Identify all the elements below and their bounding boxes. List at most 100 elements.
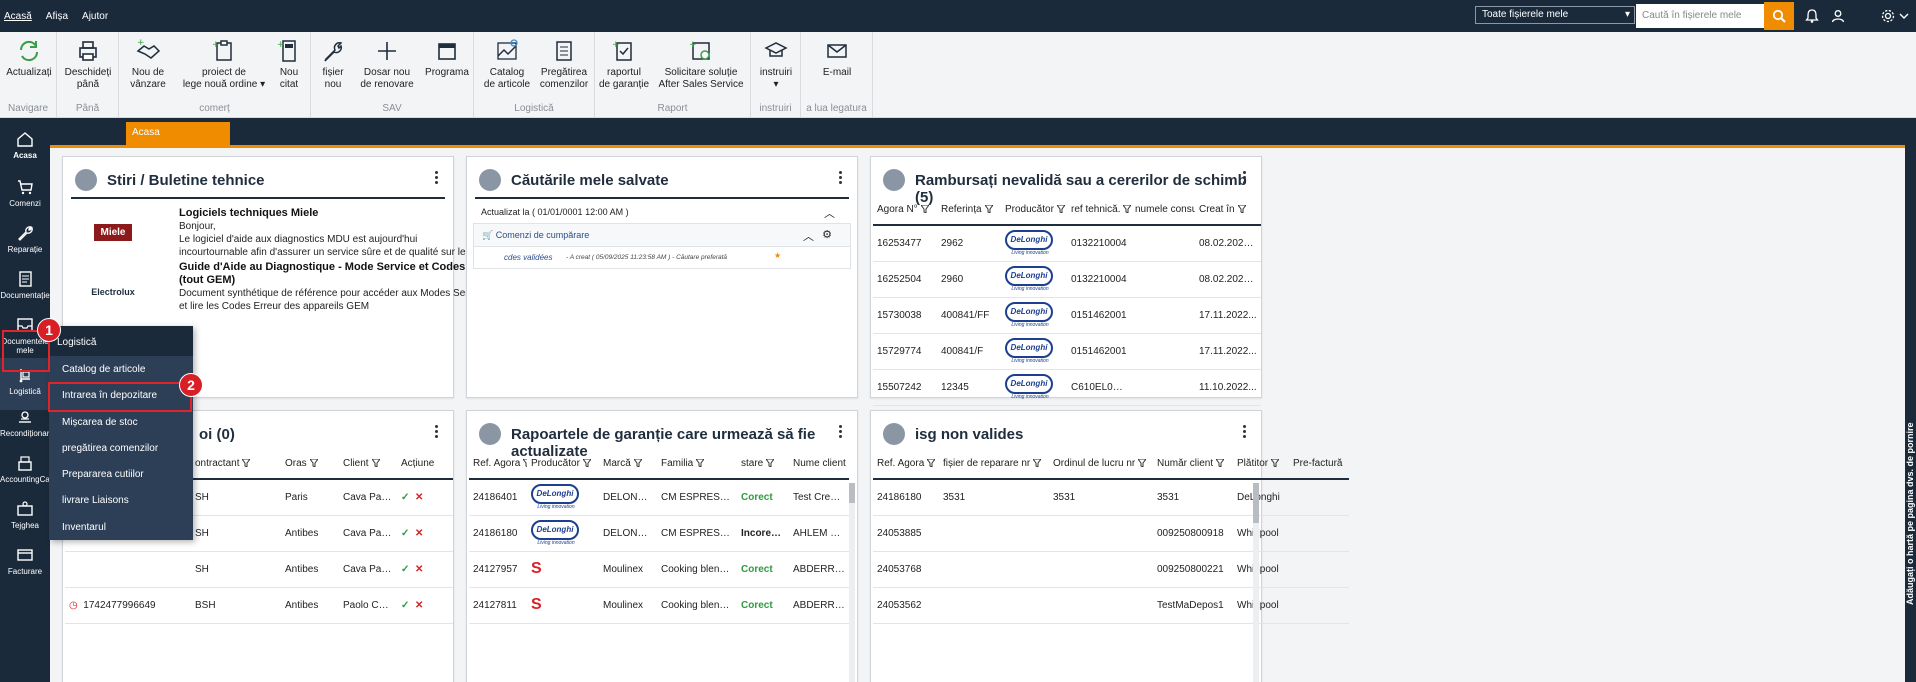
column-header[interactable]: Familia: [657, 449, 737, 480]
accept-icon[interactable]: ✓: [401, 528, 409, 539]
column-header[interactable]: Plătitor: [1233, 449, 1289, 480]
reject-icon[interactable]: ✕: [415, 564, 423, 575]
news-title[interactable]: Logiciels techniques Miele: [179, 207, 509, 220]
news-item[interactable]: Miele Logiciels techniques Miele Bonjour…: [73, 207, 471, 267]
menu-item-pregatirea-comenzilor[interactable]: pregătirea comenzilor: [49, 435, 193, 461]
scrollbar[interactable]: [1253, 483, 1259, 682]
user-icon[interactable]: [1830, 8, 1846, 24]
column-header[interactable]: fișier de reparare nr: [939, 449, 1049, 480]
menu-item-inventarul[interactable]: Inventarul: [49, 514, 193, 540]
entry-name[interactable]: cdes validées: [504, 253, 552, 262]
column-header[interactable]: Agora N°: [873, 195, 937, 226]
menu-acasa[interactable]: Acasă: [4, 11, 32, 22]
sidebar-item-reconditionare[interactable]: Recondiționare: [0, 400, 54, 452]
table-row[interactable]: 16253477 2962 DeLonghi Living innovation 013…: [873, 225, 1261, 262]
program-button[interactable]: Programa: [423, 38, 471, 79]
accept-icon[interactable]: ✓: [401, 492, 409, 503]
more-options-icon[interactable]: [1243, 171, 1247, 186]
tab-acasa[interactable]: Acasa: [126, 122, 230, 145]
scrollbar[interactable]: [849, 483, 855, 682]
catalog-button[interactable]: Catalog de articole: [480, 38, 534, 91]
group-title[interactable]: 🛒 Comenzi de cumpărare: [482, 230, 589, 241]
sidebar-item-documentatie[interactable]: Documentație: [0, 262, 50, 314]
reject-icon[interactable]: ✕: [415, 600, 423, 611]
accept-icon[interactable]: ✓: [401, 600, 409, 611]
column-header[interactable]: Oras: [281, 449, 339, 480]
table-row[interactable]: 15507242 12345 DeLonghi Living innovation C6…: [873, 369, 1261, 406]
column-header[interactable]: Producător: [1001, 195, 1067, 226]
search-button[interactable]: [1764, 2, 1794, 30]
column-header[interactable]: Producător: [527, 449, 599, 480]
news-title[interactable]: Guide d'Aide au Diagnostique - Mode Serv…: [179, 261, 509, 287]
chevron-up-icon[interactable]: ︿: [824, 205, 835, 221]
table-row[interactable]: 15729774 400841/F DeLonghi Living innovatio…: [873, 333, 1261, 370]
column-header[interactable]: stare: [737, 449, 789, 480]
more-options-icon[interactable]: [435, 171, 439, 186]
new-order-button[interactable]: + proiect de lege nouă ordine ▾: [179, 38, 269, 91]
table-row[interactable]: 24053885009250800918Whirlpool: [873, 515, 1349, 552]
more-options-icon[interactable]: [1243, 425, 1247, 440]
new-renovation-button[interactable]: Dosar nou de renovare: [354, 38, 420, 91]
new-sale-button[interactable]: + Nou de vânzare: [123, 38, 173, 91]
table-row[interactable]: 24186180353135313531DeLonghi: [873, 479, 1349, 516]
warranty-report-button[interactable]: + raportul de garanție: [599, 38, 649, 91]
accept-icon[interactable]: ✓: [401, 564, 409, 575]
order-prep-button[interactable]: Pregătirea comenzilor: [536, 38, 592, 91]
table-row[interactable]: 24186401 DeLonghi Living innovation DELONGH…: [469, 479, 849, 516]
sidebar-item-facturare[interactable]: Facturare: [0, 538, 50, 590]
aftersales-request-button[interactable]: + Solicitare soluție After Sales Service: [653, 38, 749, 91]
refresh-button[interactable]: Actualizați: [4, 38, 54, 79]
column-header[interactable]: Client: [339, 449, 397, 480]
table-row[interactable]: 24186180 DeLonghi Living innovation DELONGH…: [469, 515, 849, 552]
column-header[interactable]: Creat în: [1195, 195, 1261, 226]
column-header[interactable]: Marcă: [599, 449, 657, 480]
table-row[interactable]: 16252504 2960 DeLonghi Living innovation 013…: [873, 261, 1261, 298]
saved-search-entry[interactable]: cdes validées - A creat ( 05/09/2025 11:…: [474, 246, 850, 268]
reject-icon[interactable]: ✕: [415, 492, 423, 503]
new-quote-button[interactable]: + Nou citat: [271, 38, 307, 91]
menu-item-miscarea-stoc[interactable]: Mișcarea de stoc: [49, 409, 193, 435]
sidebar-item-reparatie[interactable]: Reparație: [0, 216, 50, 268]
bell-icon[interactable]: [1804, 8, 1820, 24]
column-header[interactable]: Nume client: [789, 449, 849, 480]
trainings-button[interactable]: instruiri ▾: [753, 38, 799, 91]
table-row[interactable]: 24053562TestMaDepos1Whirlpool: [873, 587, 1349, 624]
menu-item-prepararea-cutiilor[interactable]: Prepararea cutiilor: [49, 461, 193, 487]
table-row[interactable]: 24053768009250800221Whirlpool: [873, 551, 1349, 588]
search-input[interactable]: Caută în fișierele mele: [1636, 4, 1764, 28]
column-header[interactable]: Pre-factură: [1289, 449, 1349, 480]
sidebar-item-accountingcash[interactable]: AccountingCash: [0, 446, 58, 498]
news-item[interactable]: Electrolux Guide d'Aide au Diagnostique …: [73, 261, 501, 321]
column-header[interactable]: Ref. Agora: [873, 449, 939, 480]
menu-ajutor[interactable]: Ajutor: [82, 11, 108, 22]
more-options-icon[interactable]: [839, 425, 843, 440]
chevron-down-icon[interactable]: [1898, 8, 1910, 24]
table-row[interactable]: 24127957 S Moulinex Cooking blender Corect AB…: [469, 551, 849, 588]
chevron-up-icon[interactable]: ︿: [803, 228, 814, 244]
sidebar-item-tejghea[interactable]: Tejghea: [0, 492, 50, 544]
column-header[interactable]: Ordinul de lucru nr: [1049, 449, 1153, 480]
table-row[interactable]: 24127811 S Moulinex Cooking blender Corect AB…: [469, 587, 849, 624]
open-until-button[interactable]: Deschideți până: [63, 38, 113, 91]
sidebar-item-acasa[interactable]: Acasa: [0, 122, 50, 174]
column-header[interactable]: Număr client: [1153, 449, 1233, 480]
column-header[interactable]: Ref. Agora: [469, 449, 527, 480]
column-header[interactable]: ontractant: [191, 449, 281, 480]
filter-settings-icon[interactable]: ⚙: [822, 228, 832, 241]
table-row[interactable]: ◷ 1742477996649 BSH Antibes Paolo Cava ✓ ✕: [65, 587, 453, 624]
new-file-button[interactable]: fișier nou: [313, 38, 353, 91]
reject-icon[interactable]: ✕: [415, 528, 423, 539]
column-header[interactable]: numele consuma: [1131, 195, 1195, 226]
gear-icon[interactable]: [1880, 8, 1896, 24]
sidebar-item-comenzi[interactable]: Comenzi: [0, 170, 50, 222]
column-header[interactable]: ref tehnică.: [1067, 195, 1131, 226]
column-header[interactable]: Acțiune: [397, 449, 453, 480]
star-icon[interactable]: ★: [774, 251, 781, 260]
table-row[interactable]: SH Antibes Cava Paolo ✓ ✕: [65, 551, 453, 588]
table-row[interactable]: 15730038 400841/FF DeLonghi Living innovati…: [873, 297, 1261, 334]
add-map-panel[interactable]: Adăugați o hartă pe pagina dvs. de porni…: [1905, 145, 1916, 682]
menu-afisa[interactable]: Afișa: [46, 11, 68, 22]
menu-item-livrare-liaisons[interactable]: livrare Liaisons: [49, 487, 193, 513]
more-options-icon[interactable]: [435, 425, 439, 440]
column-header[interactable]: Referința: [937, 195, 1001, 226]
